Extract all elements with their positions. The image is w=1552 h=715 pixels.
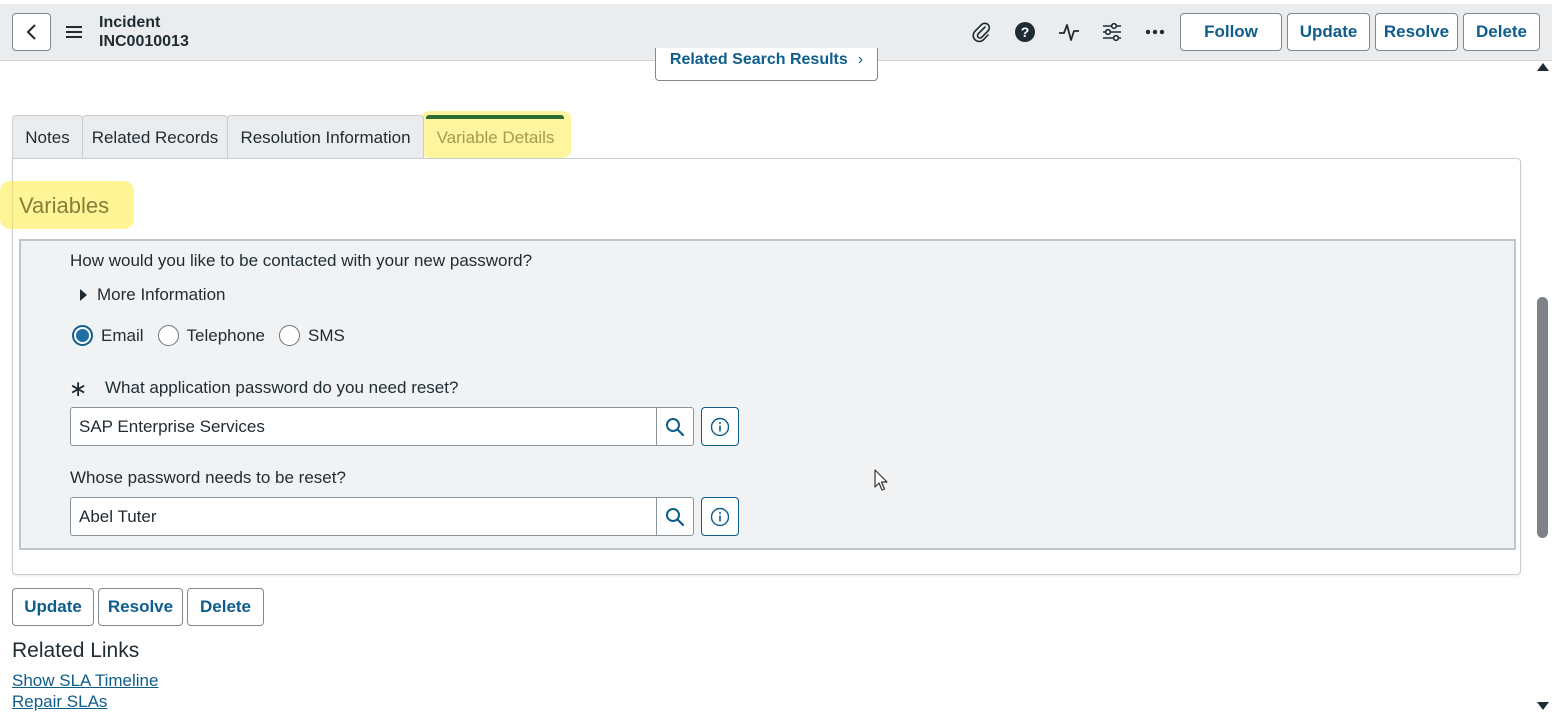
- radio-sms-label[interactable]: SMS: [308, 326, 345, 346]
- more-information-label: More Information: [97, 285, 226, 304]
- mouse-pointer-icon: [874, 469, 888, 491]
- application-field[interactable]: SAP Enterprise Services: [70, 407, 657, 446]
- user-lookup-button[interactable]: [656, 497, 694, 536]
- chevron-right-icon: ›: [857, 51, 864, 68]
- scroll-up-arrow-icon[interactable]: [1537, 63, 1549, 71]
- show-sla-timeline-link[interactable]: Show SLA Timeline: [12, 671, 158, 691]
- more-information-toggle[interactable]: More Information: [80, 285, 226, 305]
- radio-email-label[interactable]: Email: [101, 326, 144, 346]
- radio-sms[interactable]: [278, 325, 300, 346]
- info-icon: [710, 417, 730, 436]
- radio-email[interactable]: [72, 325, 93, 346]
- back-icon: [26, 24, 36, 40]
- active-tab-indicator: [426, 115, 564, 119]
- back-button[interactable]: [12, 13, 51, 51]
- app-question-label: What application password do you need re…: [105, 378, 459, 397]
- user-question-label: Whose password needs to be reset?: [70, 468, 346, 487]
- radio-telephone[interactable]: [157, 325, 179, 346]
- search-icon: [666, 417, 685, 436]
- record-type: Incident: [99, 14, 161, 31]
- paperclip-icon[interactable]: [969, 20, 993, 44]
- caret-right-icon: [80, 289, 87, 301]
- user-field[interactable]: Abel Tuter: [70, 497, 657, 536]
- tab-related-records[interactable]: Related Records: [82, 115, 228, 159]
- settings-sliders-icon[interactable]: [1100, 20, 1124, 44]
- footer-update-button[interactable]: Update: [12, 588, 94, 626]
- activity-icon[interactable]: [1057, 20, 1081, 44]
- tab-notes[interactable]: Notes: [12, 115, 83, 159]
- resolve-button[interactable]: Resolve: [1375, 13, 1458, 51]
- scrollbar-thumb[interactable]: [1537, 297, 1548, 538]
- scroll-down-arrow-icon[interactable]: [1537, 702, 1549, 710]
- variables-heading: Variables: [19, 193, 110, 218]
- svg-text:?: ?: [1021, 24, 1030, 40]
- application-info-button[interactable]: [701, 407, 739, 446]
- delete-button[interactable]: Delete: [1463, 13, 1540, 51]
- related-search-results-label: Related Search Results: [669, 51, 848, 68]
- related-links-heading: Related Links: [12, 639, 140, 662]
- footer-resolve-button[interactable]: Resolve: [98, 588, 183, 626]
- contact-question-label: How would you like to be contacted with …: [70, 251, 533, 270]
- footer-delete-button[interactable]: Delete: [187, 588, 264, 626]
- application-lookup-button[interactable]: [656, 407, 694, 446]
- menu-icon[interactable]: [66, 22, 82, 42]
- user-info-button[interactable]: [701, 497, 739, 536]
- follow-button[interactable]: Follow: [1180, 13, 1282, 51]
- help-icon[interactable]: ?: [1013, 20, 1037, 44]
- tab-variable-details[interactable]: Variable Details: [423, 115, 568, 159]
- update-button[interactable]: Update: [1287, 13, 1370, 51]
- repair-slas-link[interactable]: Repair SLAs: [12, 692, 107, 712]
- info-icon: [710, 507, 730, 526]
- related-search-results-button[interactable]: Related Search Results ›: [655, 48, 878, 81]
- tab-resolution-information[interactable]: Resolution Information: [227, 115, 424, 159]
- search-icon: [666, 507, 685, 526]
- required-asterisk-icon: ∗: [69, 376, 88, 401]
- more-icon[interactable]: [1143, 20, 1167, 44]
- contact-method-radio-group: Email Telephone SMS: [72, 325, 359, 346]
- radio-telephone-label[interactable]: Telephone: [187, 326, 265, 346]
- record-title: Incident INC0010013: [99, 13, 189, 51]
- record-number: INC0010013: [99, 33, 189, 50]
